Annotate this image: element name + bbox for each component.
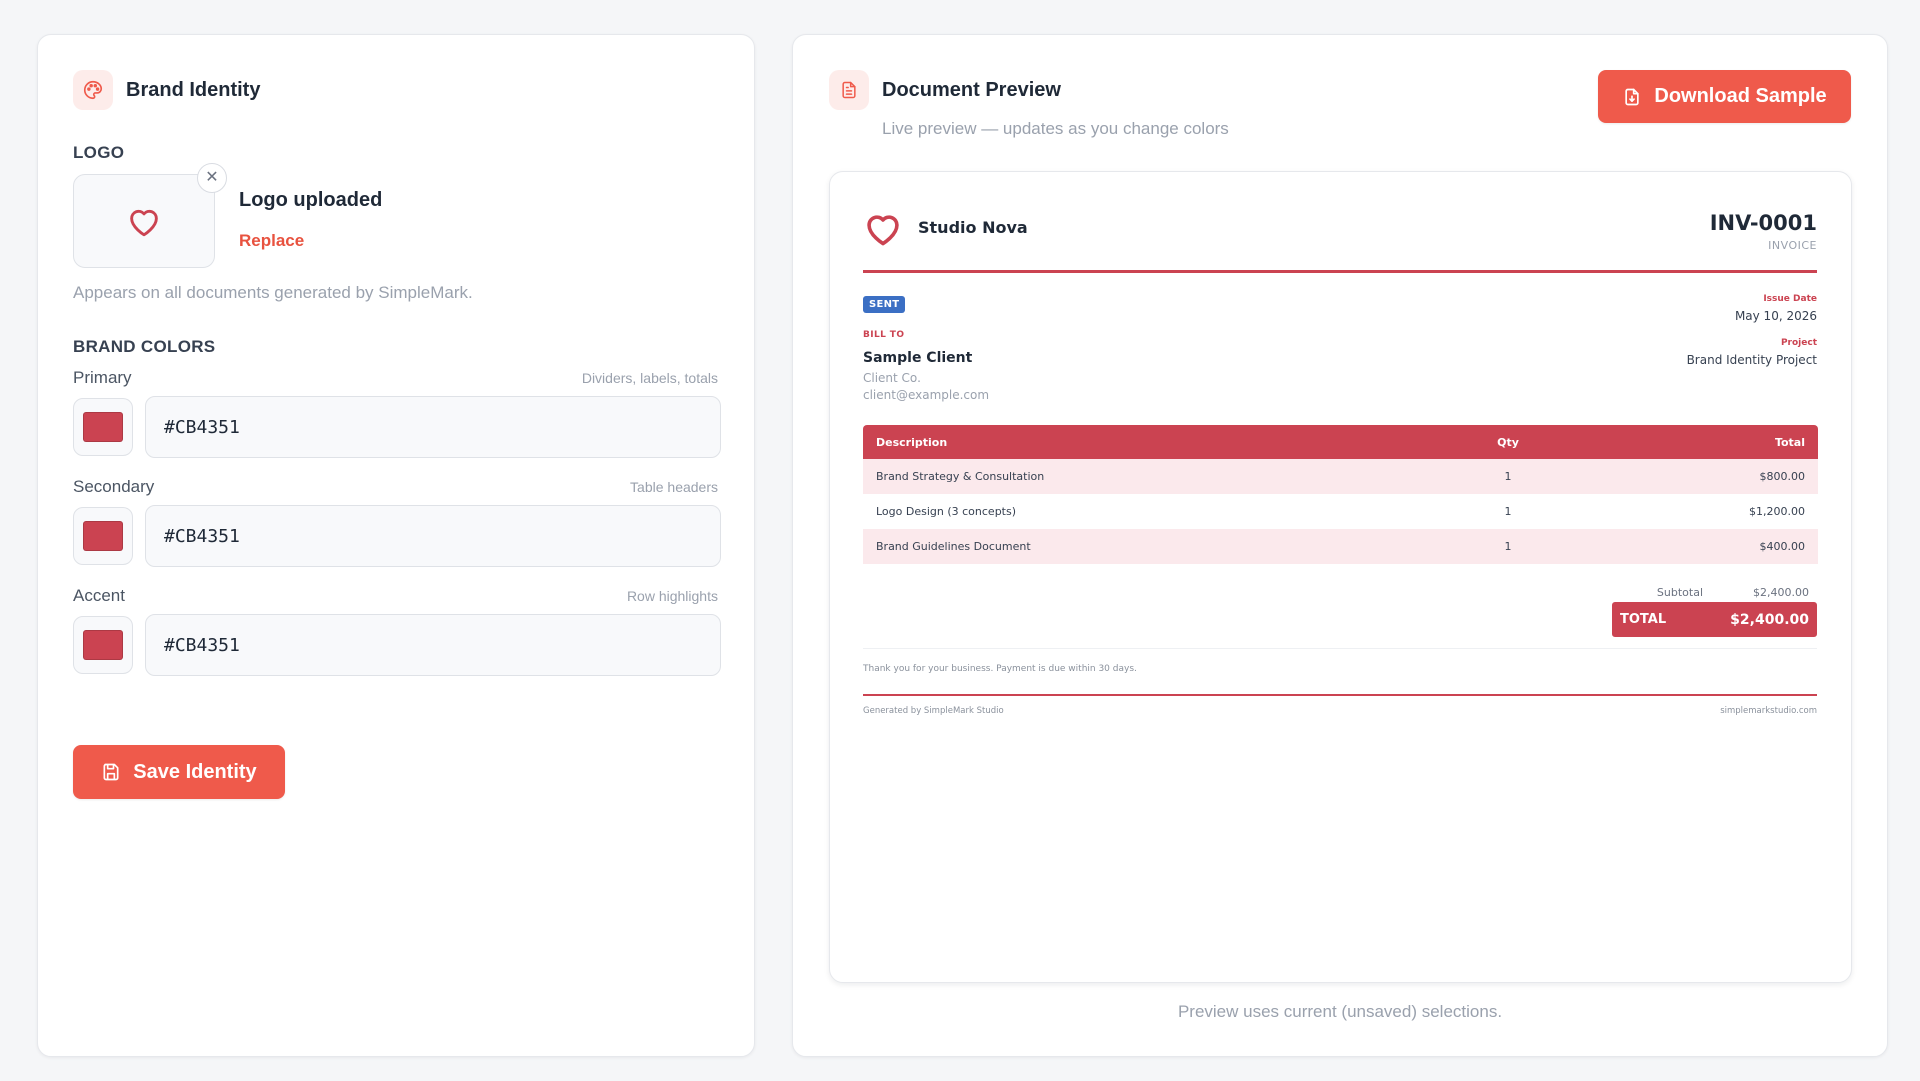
- client-name: Sample Client: [863, 350, 973, 366]
- note-divider: [863, 648, 1817, 649]
- item-description: Logo Design (3 concepts): [876, 505, 1017, 518]
- subtotal-value: $2,400.00: [1753, 586, 1809, 599]
- brand-identity-header: Brand Identity: [73, 70, 260, 110]
- issue-date-value: May 10, 2026: [1734, 309, 1817, 323]
- table-header: Description Qty Total: [863, 425, 1818, 459]
- palette-icon: [73, 70, 113, 110]
- table-row: Logo Design (3 concepts) 1 $1,200.00: [863, 494, 1818, 529]
- item-total: $800.00: [1759, 470, 1806, 483]
- document-preview-subtitle: Live preview — updates as you change col…: [882, 119, 1229, 138]
- save-identity-label: Save Identity: [133, 760, 257, 783]
- item-qty: 1: [1504, 470, 1512, 483]
- col-qty: Qty: [1497, 435, 1519, 449]
- secondary-color-hint: Table headers: [630, 479, 718, 495]
- client-company: Client Co.: [863, 371, 921, 385]
- download-sample-button[interactable]: Download Sample: [1598, 70, 1851, 123]
- secondary-color-input[interactable]: [145, 505, 721, 567]
- close-icon: ✕: [205, 169, 219, 186]
- logo-preview[interactable]: [73, 174, 215, 268]
- preview-note: Preview uses current (unsaved) selection…: [1177, 1002, 1503, 1021]
- replace-logo-link[interactable]: Replace: [239, 231, 304, 251]
- status-badge: SENT: [863, 296, 906, 313]
- accent-color-label: Accent: [73, 586, 125, 605]
- brand-colors-label: BRAND COLORS: [73, 337, 216, 356]
- primary-color-label: Primary: [73, 368, 132, 387]
- client-email: client@example.com: [863, 388, 990, 402]
- table-row: Brand Guidelines Document 1 $400.00: [863, 529, 1818, 564]
- primary-color-swatch[interactable]: [73, 398, 133, 456]
- project-label: Project: [1780, 338, 1817, 348]
- download-sample-label: Download Sample: [1654, 85, 1827, 107]
- primary-swatch-chip: [83, 412, 123, 442]
- brand-identity-panel: Brand Identity LOGO ✕ Logo uploaded Repl…: [37, 34, 755, 1057]
- item-description: Brand Strategy & Consultation: [876, 470, 1045, 483]
- document-preview-panel: Document Preview Live preview — updates …: [792, 34, 1888, 1057]
- accent-swatch-chip: [83, 630, 123, 660]
- invoice-company-name: Studio Nova: [918, 218, 1028, 237]
- heart-icon: [867, 215, 899, 246]
- accent-color-input[interactable]: [145, 614, 721, 676]
- logo-status: Logo uploaded: [239, 189, 383, 211]
- accent-color-hint: Row highlights: [626, 588, 718, 604]
- table-row: Brand Strategy & Consultation 1 $800.00: [863, 459, 1818, 494]
- footer-generated-by: Generated by SimpleMark Studio: [863, 706, 1004, 716]
- project-value: Brand Identity Project: [1686, 353, 1817, 367]
- save-icon: [103, 763, 119, 781]
- invoice-doc-type: INVOICE: [1768, 239, 1817, 252]
- logo-section-label: LOGO: [73, 143, 125, 162]
- col-description: Description: [876, 435, 948, 449]
- total-bar: TOTAL $2,400.00: [1612, 602, 1817, 637]
- document-preview-header: Document Preview: [829, 70, 1061, 110]
- item-total: $400.00: [1759, 540, 1806, 553]
- subtotal-label: Subtotal: [1656, 586, 1703, 599]
- secondary-swatch-chip: [83, 521, 123, 551]
- primary-color-hint: Dividers, labels, totals: [581, 370, 718, 386]
- line-items-table: Description Qty Total Brand Strategy & C…: [863, 425, 1818, 564]
- item-description: Brand Guidelines Document: [876, 540, 1031, 553]
- issue-date-label: Issue Date: [1763, 294, 1817, 304]
- accent-color-swatch[interactable]: [73, 616, 133, 674]
- item-qty: 1: [1504, 505, 1512, 518]
- logo-help-text: Appears on all documents generated by Si…: [73, 283, 473, 302]
- total-label: TOTAL: [1620, 612, 1667, 627]
- save-identity-button[interactable]: Save Identity: [73, 745, 285, 799]
- total-value: $2,400.00: [1730, 611, 1809, 628]
- col-total: Total: [1774, 435, 1805, 449]
- primary-color-input[interactable]: [145, 396, 721, 458]
- invoice-divider: [863, 270, 1817, 273]
- invoice-note: Thank you for your business. Payment is …: [863, 664, 1137, 674]
- document-icon: [829, 70, 869, 110]
- item-qty: 1: [1504, 540, 1512, 553]
- invoice-preview: Studio Nova INV-0001 INVOICE SENT BILL T…: [829, 171, 1852, 983]
- document-preview-title: Document Preview: [882, 78, 1061, 101]
- secondary-color-swatch[interactable]: [73, 507, 133, 565]
- footer-website: simplemarkstudio.com: [1720, 706, 1817, 716]
- bill-to-label: BILL TO: [863, 330, 905, 340]
- item-total: $1,200.00: [1749, 505, 1805, 518]
- heart-icon: [130, 209, 158, 237]
- brand-identity-title: Brand Identity: [126, 78, 261, 101]
- invoice-number: INV-0001: [1709, 211, 1817, 235]
- secondary-color-label: Secondary: [73, 477, 155, 496]
- footer-divider: [863, 694, 1817, 696]
- file-download-icon: [1625, 88, 1640, 105]
- remove-logo-button[interactable]: ✕: [197, 163, 227, 193]
